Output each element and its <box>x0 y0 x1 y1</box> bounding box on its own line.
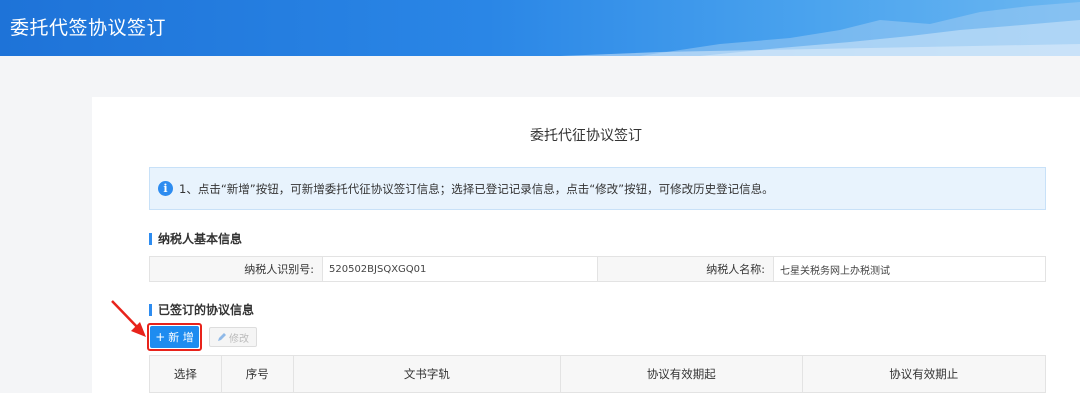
section-marker <box>149 303 152 316</box>
taxpayer-name-value: 七星关税务网上办税测试 <box>773 257 1045 281</box>
notice-text: 1、点击“新增”按钮，可新增委托代征协议签订信息；选择已登记记录信息，点击“修改… <box>179 181 774 196</box>
column-header[interactable]: 选择 <box>150 356 222 392</box>
column-header[interactable]: 协议有效期起 <box>561 356 803 392</box>
taxpayer-id-value: 520502BJSQXGQ01 <box>322 257 597 281</box>
taxpayer-id-label: 纳税人识别号: <box>150 257 322 281</box>
section-marker <box>149 232 152 245</box>
pencil-icon <box>218 333 226 341</box>
agreements-table-header: 选择 序号 文书字轨 协议有效期起 协议有效期止 <box>149 355 1046 393</box>
column-header[interactable]: 文书字轨 <box>294 356 562 392</box>
section-agreements: 已签订的协议信息 <box>149 301 254 318</box>
info-icon: i <box>158 181 173 196</box>
section-agreements-title: 已签订的协议信息 <box>158 303 255 317</box>
taxpayer-name-label: 纳税人名称: <box>597 257 773 281</box>
add-button[interactable]: + 新 增 <box>150 326 199 348</box>
edit-button[interactable]: 修改 <box>209 327 257 347</box>
section-basic-info: 纳税人基本信息 <box>149 230 242 247</box>
add-button-label: 新 增 <box>168 331 194 344</box>
edit-button-label: 修改 <box>229 333 249 345</box>
app-title: 委托代签协议签订 <box>10 17 167 39</box>
app-header: 委托代签协议签订 <box>0 0 1080 56</box>
column-header[interactable]: 协议有效期止 <box>803 356 1045 392</box>
section-basic-info-title: 纳税人基本信息 <box>158 232 243 246</box>
taxpayer-info-table: 纳税人识别号: 520502BJSQXGQ01 纳税人名称: 七星关税务网上办税… <box>149 256 1046 282</box>
column-header[interactable]: 序号 <box>222 356 294 392</box>
notice-box: i 1、点击“新增”按钮，可新增委托代征协议签订信息；选择已登记记录信息，点击“… <box>149 167 1046 210</box>
page-title: 委托代征协议签订 <box>530 128 642 144</box>
main-panel: 委托代征协议签订 i 1、点击“新增”按钮，可新增委托代征协议签订信息；选择已登… <box>92 97 1080 393</box>
plus-icon: + <box>155 330 166 344</box>
